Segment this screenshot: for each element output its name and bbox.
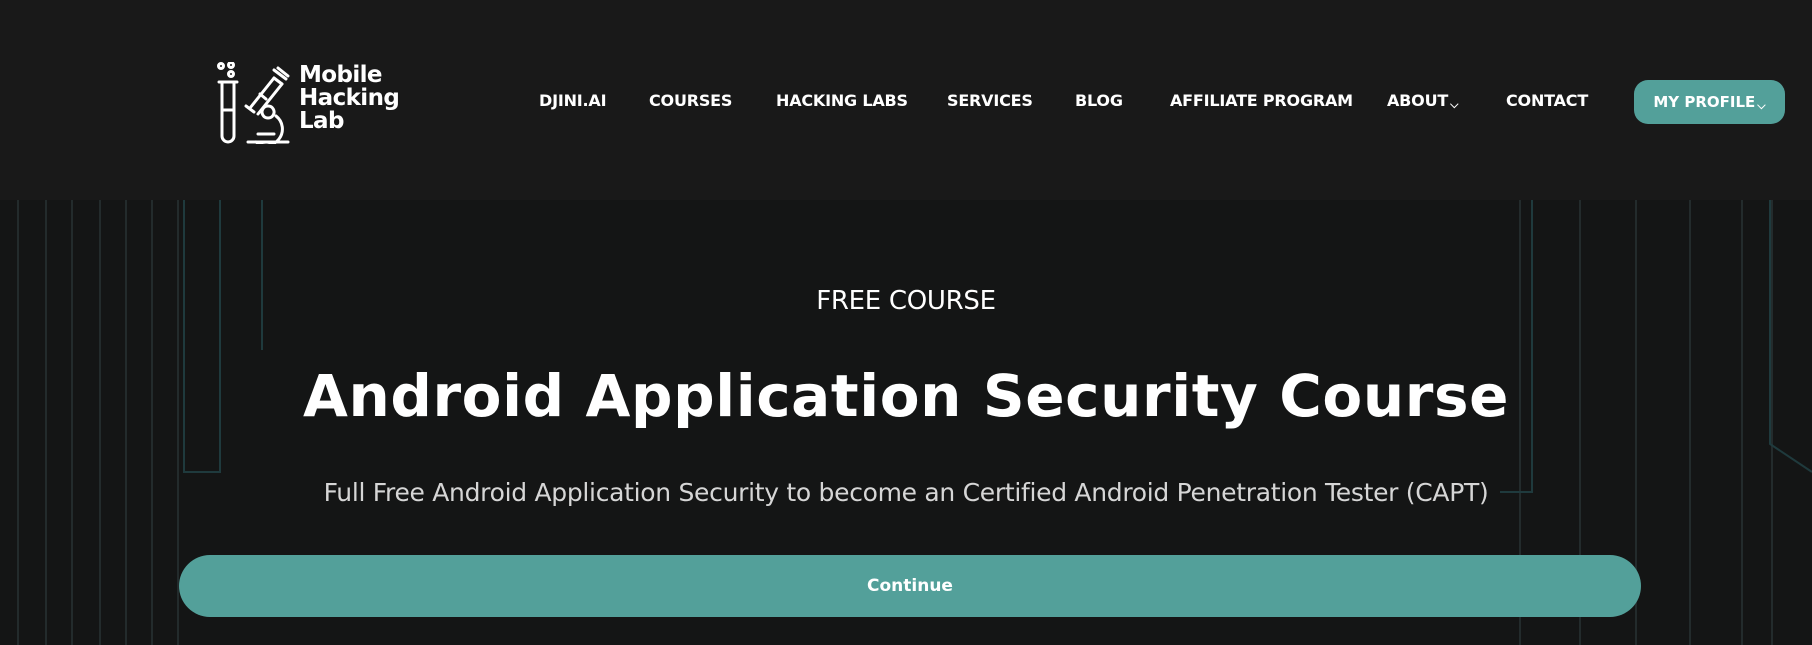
nav-item-about-label: ABOUT: [1387, 91, 1449, 110]
nav-item-about[interactable]: ABOUT ⌵: [1387, 90, 1458, 112]
nav-item-contact[interactable]: CONTACT: [1506, 90, 1588, 112]
nav-item-hacking-labs[interactable]: HACKING LABS: [776, 90, 908, 112]
site-logo[interactable]: Mobile Hacking Lab: [216, 62, 400, 144]
logo-line-2: Hacking: [299, 85, 400, 111]
chevron-down-icon: ⌵: [1450, 98, 1459, 111]
logo-line-3: Lab: [299, 108, 344, 134]
chevron-down-icon: ⌵: [1757, 99, 1766, 112]
hero-eyebrow: FREE COURSE: [816, 286, 996, 316]
nav-item-blog[interactable]: BLOG: [1075, 90, 1123, 112]
my-profile-label: MY PROFILE: [1653, 93, 1756, 111]
my-profile-button[interactable]: MY PROFILE ⌵: [1634, 80, 1785, 124]
nav-item-services[interactable]: SERVICES: [947, 90, 1033, 112]
logo-wordmark: Mobile Hacking Lab: [299, 62, 400, 134]
nav-item-courses[interactable]: COURSES: [649, 90, 732, 112]
nav-item-affiliate-program[interactable]: AFFILIATE PROGRAM: [1170, 90, 1353, 112]
site-header: Mobile Hacking Lab DJINI.AI COURSES HACK…: [0, 0, 1812, 200]
continue-button[interactable]: Continue: [179, 555, 1641, 617]
nav-item-djini-ai[interactable]: DJINI.AI: [539, 90, 607, 112]
microscope-test-tube-icon: [217, 62, 290, 144]
page-title: Android Application Security Course: [302, 362, 1510, 430]
hero-subtitle: Full Free Android Application Security t…: [323, 478, 1489, 507]
logo-line-1: Mobile: [299, 62, 383, 88]
